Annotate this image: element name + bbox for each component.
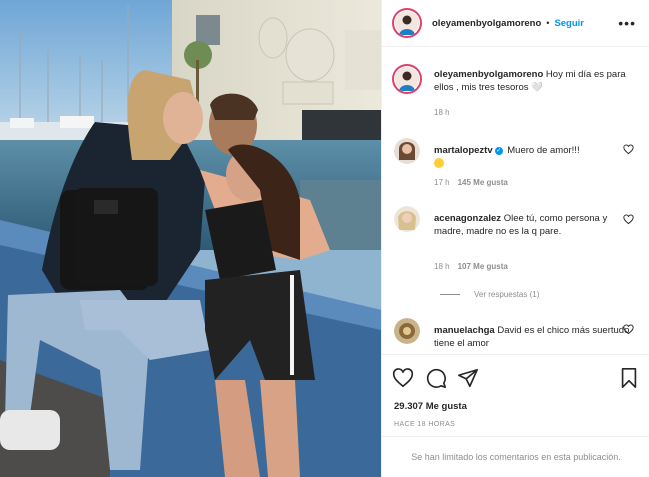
heart-eyes-emoji-icon [434,158,444,168]
caption-avatar[interactable] [392,64,422,94]
comment-username[interactable]: martalopeztv [434,145,493,156]
comment-avatar-image [394,206,420,232]
post-time[interactable]: HACE 18 HORAS [394,421,455,428]
comment-meta: 17 h 145 Me gusta [434,178,508,187]
comments-list: oleyamenbyolgamoreno Hoy mi día es para … [382,48,649,354]
replies-line [440,294,460,295]
follow-button[interactable]: Seguir [554,18,584,29]
author-avatar[interactable] [392,8,422,38]
comment-username[interactable]: acenagonzalez [434,213,501,224]
comment-avatar-image [394,318,420,344]
comment-icon[interactable] [425,367,447,389]
post-photo-illustration [0,0,381,477]
comment-text-block: acenagonzalez Olee tú, como persona y ma… [434,212,630,238]
post-header: oleyamenbyolgamoreno • Seguir ••• [382,0,649,47]
comments-limited-notice: Se han limitado los comentarios en esta … [382,436,649,477]
author-avatar-image [395,11,419,35]
comment-heart-icon[interactable] [623,144,634,155]
comment-meta: 18 h 107 Me gusta [434,262,508,271]
comment-username[interactable]: manuelachga [434,325,495,336]
comment-likes[interactable]: 145 Me gusta [458,178,508,187]
comment-time[interactable]: 18 h [434,262,450,271]
caption-text-block: oleyamenbyolgamoreno Hoy mi día es para … [434,68,630,94]
comment-avatar[interactable] [394,138,420,164]
comment-avatar[interactable] [394,206,420,232]
comment-likes[interactable]: 107 Me gusta [458,262,508,271]
caption-time[interactable]: 18 h [434,108,450,117]
caption-username[interactable]: oleyamenbyolgamoreno [434,69,543,80]
comment-avatar[interactable] [394,318,420,344]
comment-heart-icon[interactable] [623,324,634,335]
comment-heart-icon[interactable] [623,214,634,225]
post-side-panel: oleyamenbyolgamoreno • Seguir ••• oleyam… [381,0,649,477]
instagram-post: oleyamenbyolgamoreno • Seguir ••• oleyam… [0,0,649,477]
bookmark-icon[interactable] [618,367,640,389]
view-replies-label: Ver respuestas (1) [474,290,540,299]
paper-plane-icon[interactable] [457,367,479,389]
comment-text-block: martalopeztv ✓ Muero de amor!!! [434,144,630,170]
comment-text-block: manuelachga David es el chico más suertu… [434,324,630,350]
post-actions: 29.307 Me gusta HACE 18 HORAS [382,354,649,448]
comment-text: Muero de amor!!! [507,145,580,156]
likes-count[interactable]: 29.307 Me gusta [394,401,467,412]
comment-avatar-image [394,138,420,164]
comment-time[interactable]: 17 h [434,178,450,187]
verified-badge-icon: ✓ [494,147,503,155]
separator-dot: • [546,18,550,28]
heart-icon[interactable] [392,367,414,389]
author-username[interactable]: oleyamenbyolgamoreno [432,18,541,29]
post-photo[interactable] [0,0,381,477]
caption-avatar-image [395,67,419,91]
more-horizontal-icon[interactable]: ••• [618,15,636,31]
view-replies-button[interactable]: Ver respuestas (1) [440,290,539,299]
